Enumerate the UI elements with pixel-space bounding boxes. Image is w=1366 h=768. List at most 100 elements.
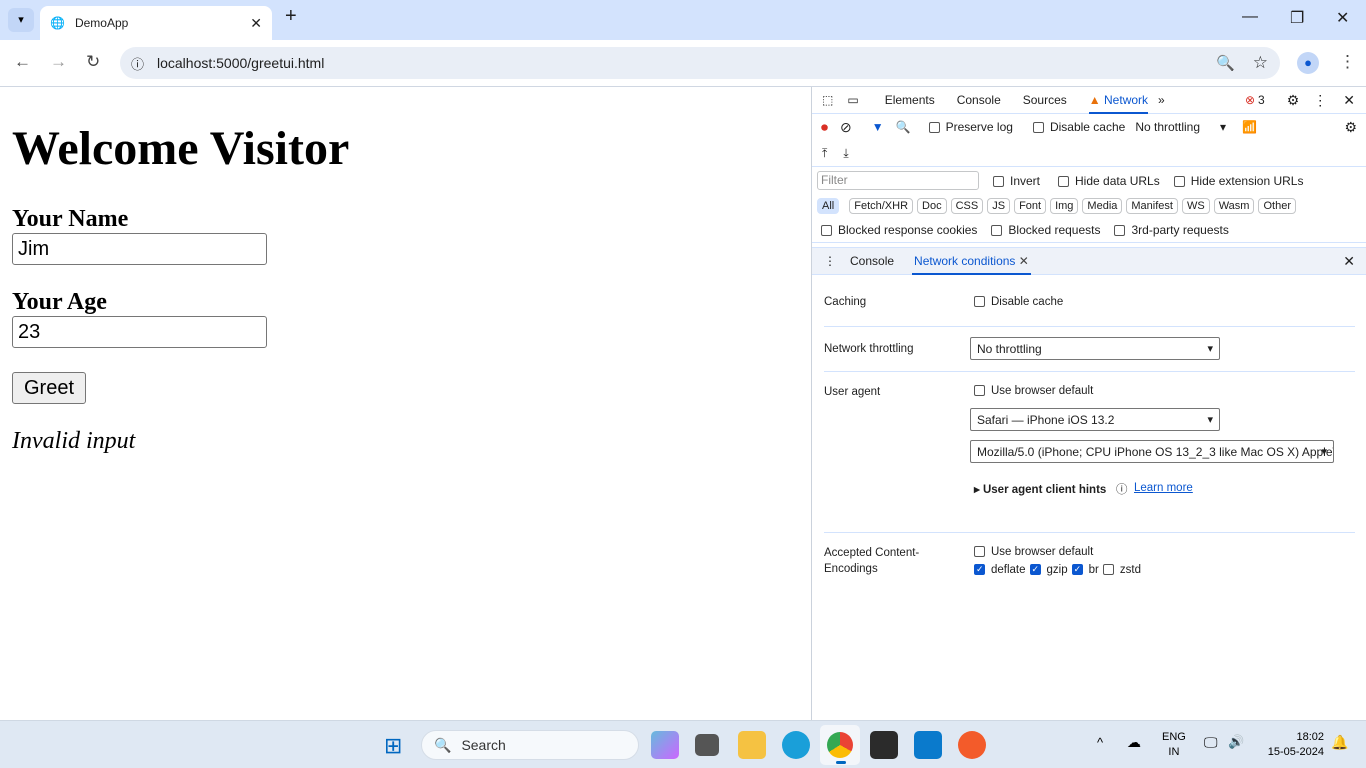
type-filter-other[interactable]: Other	[1258, 198, 1296, 214]
site-info-icon[interactable]: ⓘ	[131, 54, 144, 73]
import-har-icon[interactable]: ⤒	[822, 146, 827, 161]
blocked-requests-checkbox[interactable]: Blocked requests	[991, 223, 1100, 237]
type-filter-font[interactable]: Font	[1014, 198, 1047, 214]
close-devtools-icon[interactable]: ✕	[1343, 92, 1355, 109]
clock[interactable]: 18:02 15-05-2024	[1258, 730, 1324, 760]
copilot-icon[interactable]	[651, 731, 679, 759]
url-text: localhost:5000/greetui.html	[157, 55, 325, 71]
type-filter-wasm[interactable]: Wasm	[1213, 198, 1255, 214]
close-drawer-icon[interactable]: ✕	[1343, 253, 1355, 270]
new-tab-button[interactable]: +	[285, 5, 297, 28]
encoding-br-checkbox[interactable]: br	[1071, 564, 1099, 576]
encodings-list: deflategzipbrzstd	[974, 564, 1145, 576]
settings-icon[interactable]: ⚙	[1287, 92, 1300, 109]
nc-disable-cache-checkbox[interactable]: Disable cache	[974, 296, 1063, 308]
tab-search-button[interactable]: ▾	[8, 8, 34, 32]
filter-input[interactable]: Filter	[817, 171, 979, 190]
learn-more-link[interactable]: Learn more	[1134, 482, 1193, 494]
notification-bell-icon[interactable]: 🔔	[1331, 734, 1348, 751]
close-window-button[interactable]: ✕	[1336, 8, 1349, 28]
address-bar[interactable]: ⓘ localhost:5000/greetui.html 🔍 ☆	[120, 47, 1280, 79]
postman-icon[interactable]	[958, 731, 986, 759]
greet-button[interactable]: Greet	[12, 372, 86, 404]
error-count[interactable]: 3	[1258, 93, 1265, 107]
type-filter-ws[interactable]: WS	[1181, 198, 1210, 214]
back-icon[interactable]: ←	[14, 52, 31, 72]
caching-label: Caching	[824, 296, 867, 308]
browser-tab[interactable]: 🌐 DemoApp ✕	[40, 6, 272, 40]
third-party-checkbox[interactable]: 3rd-party requests	[1114, 223, 1229, 237]
close-tab-icon[interactable]: ✕	[250, 15, 262, 32]
tab-sources[interactable]: Sources	[1023, 93, 1067, 107]
user-agent-select[interactable]: Safari — iPhone iOS 13.2	[970, 408, 1220, 431]
record-icon[interactable]: ⏺	[821, 119, 828, 136]
profile-avatar[interactable]: ●	[1297, 52, 1319, 74]
forward-icon[interactable]: →	[50, 52, 67, 72]
file-explorer-icon[interactable]	[738, 731, 766, 759]
type-filter-css[interactable]: CSS	[950, 198, 984, 214]
filter-icon[interactable]: ▼	[872, 120, 884, 134]
error-icon[interactable]: ⊗	[1245, 93, 1255, 107]
taskbar: ⊞ 🔍 Search ^ ☁ ENG IN 🖵 🔊 18:02 15-05-2024 …	[0, 720, 1366, 768]
more-tabs-icon[interactable]: »	[1158, 93, 1165, 107]
onedrive-icon[interactable]: ☁	[1127, 734, 1141, 751]
encoding-zstd-checkbox[interactable]: zstd	[1102, 564, 1141, 576]
disable-cache-checkbox[interactable]: Disable cache	[1032, 120, 1125, 134]
terminal-icon[interactable]	[870, 731, 898, 759]
network-icon[interactable]: 🖵	[1204, 734, 1218, 751]
type-filter-img[interactable]: Img	[1050, 198, 1079, 214]
zoom-icon[interactable]: 🔍	[1216, 54, 1235, 72]
edge-icon[interactable]	[782, 731, 810, 759]
menu-icon[interactable]: ⋮	[1339, 52, 1356, 72]
chrome-taskbar-active[interactable]	[820, 725, 860, 765]
invert-checkbox[interactable]: Invert	[993, 174, 1040, 188]
show-hidden-icons[interactable]: ^	[1097, 735, 1103, 750]
reload-icon[interactable]: ↻	[86, 52, 100, 72]
hide-data-urls-checkbox[interactable]: Hide data URLs	[1058, 174, 1160, 188]
export-har-icon[interactable]: ⤓	[843, 146, 848, 161]
type-filter-js[interactable]: JS	[987, 198, 1011, 214]
network-conditions-icon[interactable]: 📶	[1242, 120, 1257, 134]
ua-default-checkbox[interactable]: Use browser default	[974, 385, 1093, 397]
encoding-gzip-checkbox[interactable]: gzip	[1029, 564, 1068, 576]
blocked-cookies-checkbox[interactable]: Blocked response cookies	[821, 223, 977, 237]
tab-elements[interactable]: Elements	[885, 93, 935, 107]
inspect-element-icon[interactable]: ⬚	[822, 93, 833, 107]
device-toolbar-icon[interactable]: ▭	[847, 93, 858, 107]
bookmark-star-icon[interactable]: ☆	[1253, 53, 1268, 73]
taskbar-search[interactable]: 🔍 Search	[421, 730, 639, 760]
restore-button[interactable]: ❐	[1290, 8, 1304, 28]
preserve-log-checkbox[interactable]: Preserve log	[928, 120, 1013, 134]
task-view-icon[interactable]	[695, 734, 719, 756]
client-hints-toggle[interactable]: ▸ User agent client hints	[974, 482, 1106, 496]
age-input[interactable]: 23	[12, 316, 267, 348]
drawer-menu-icon[interactable]: ⋮	[824, 254, 836, 268]
clear-icon[interactable]: ⊘	[840, 119, 852, 136]
start-icon[interactable]: ⊞	[384, 733, 402, 759]
search-icon[interactable]: 🔍	[896, 120, 911, 134]
name-input[interactable]: Jim	[12, 233, 267, 265]
type-filter-media[interactable]: Media	[1082, 198, 1123, 214]
nc-throttling-select[interactable]: No throttling	[970, 337, 1220, 360]
page-content: Welcome Visitor Your Name Jim Your Age 2…	[0, 87, 811, 720]
type-filter-manifest[interactable]: Manifest	[1126, 198, 1178, 214]
user-agent-label: User agent	[824, 386, 881, 398]
enc-default-checkbox[interactable]: Use browser default	[974, 546, 1093, 558]
minimize-button[interactable]: —	[1242, 8, 1258, 26]
user-agent-input[interactable]: Mozilla/5.0 (iPhone; CPU iPhone OS 13_2_…	[970, 440, 1334, 463]
type-filter-all[interactable]: All	[817, 198, 840, 214]
hide-extension-urls-checkbox[interactable]: Hide extension URLs	[1173, 174, 1303, 188]
language-indicator[interactable]: ENG IN	[1162, 730, 1186, 760]
more-options-icon[interactable]: ⋮	[1313, 92, 1327, 109]
volume-icon[interactable]: 🔊	[1228, 734, 1244, 750]
type-filter-fetchxhr[interactable]: Fetch/XHR	[849, 198, 914, 214]
drawer-tab-network-conditions[interactable]: Network conditions ✕	[912, 248, 1031, 275]
type-filter-doc[interactable]: Doc	[917, 198, 947, 214]
vscode-icon[interactable]	[914, 731, 942, 759]
throttling-select[interactable]: No throttling ▾	[1135, 120, 1226, 134]
drawer-tab-console[interactable]: Console	[850, 254, 894, 268]
tab-console[interactable]: Console	[957, 93, 1001, 107]
encoding-deflate-checkbox[interactable]: deflate	[974, 564, 1026, 576]
network-settings-icon[interactable]: ⚙	[1344, 119, 1357, 136]
tab-network[interactable]: ▲ Network	[1088, 87, 1149, 114]
